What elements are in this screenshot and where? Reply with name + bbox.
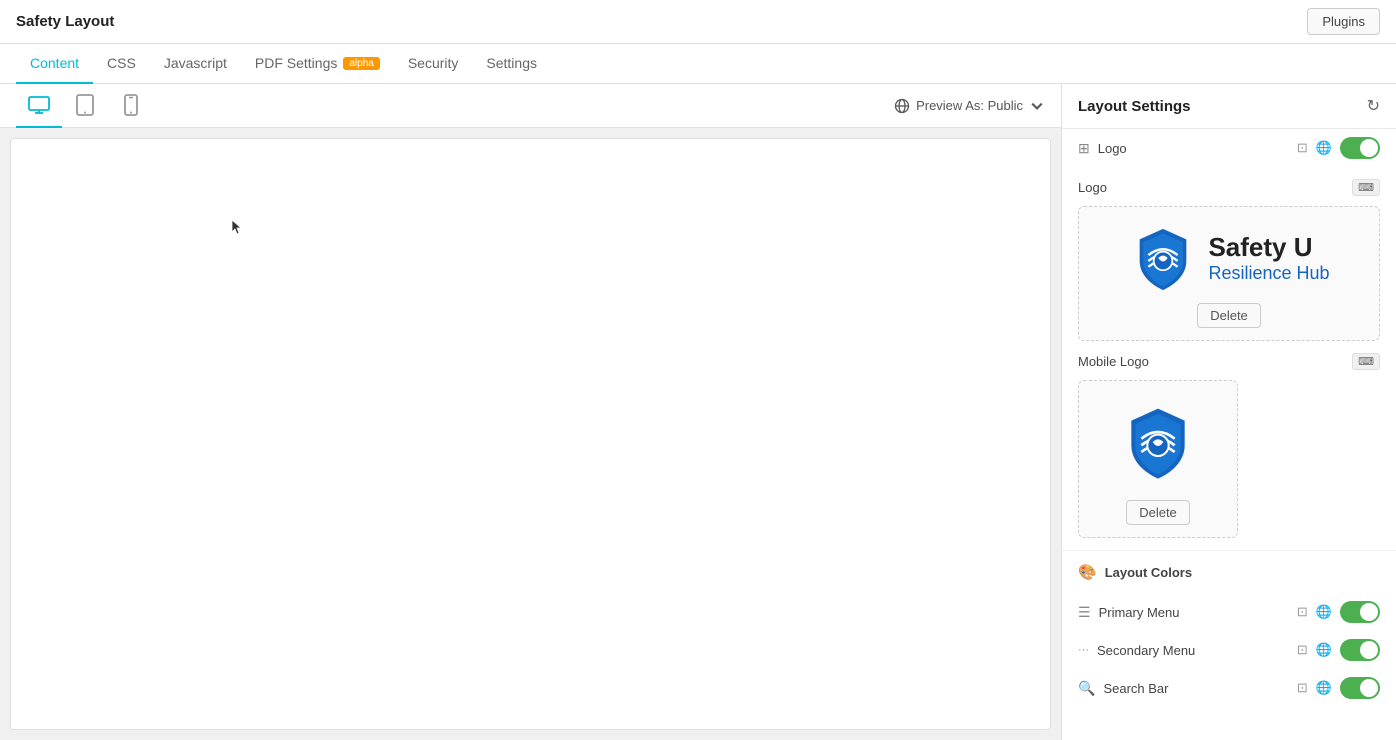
alpha-badge: alpha bbox=[343, 57, 379, 70]
globe-icon[interactable]: 🌐 bbox=[1316, 140, 1332, 156]
layout-colors-label: Layout Colors bbox=[1105, 565, 1192, 580]
tab-security[interactable]: Security bbox=[394, 44, 473, 84]
primary-menu-toggle[interactable] bbox=[1340, 601, 1380, 623]
refresh-icon[interactable]: ↻ bbox=[1367, 96, 1380, 116]
expand-icon[interactable]: ⊡ bbox=[1297, 140, 1308, 156]
preview-label: Preview As: Public bbox=[916, 98, 1023, 113]
logo-icon: ⊞ bbox=[1078, 140, 1090, 157]
device-icons bbox=[16, 84, 154, 128]
primary-globe-icon[interactable]: 🌐 bbox=[1316, 604, 1332, 620]
primary-expand-icon[interactable]: ⊡ bbox=[1297, 604, 1308, 620]
panel-header: Layout Settings ↻ bbox=[1062, 84, 1396, 129]
search-expand-icon[interactable]: ⊡ bbox=[1297, 680, 1308, 696]
cursor bbox=[231, 219, 243, 235]
mobile-shield-icon bbox=[1118, 397, 1198, 487]
tab-pdf-settings[interactable]: PDF Settings alpha bbox=[241, 44, 394, 84]
right-panel: Layout Settings ↻ ⊞ Logo ⊡ 🌐 Logo ⌨ bbox=[1061, 84, 1396, 740]
logo-section: Logo ⌨ bbox=[1062, 167, 1396, 550]
tab-css[interactable]: CSS bbox=[93, 44, 150, 84]
tablet-icon[interactable] bbox=[62, 84, 108, 128]
safety-u-text-area: Safety U Resilience Hub bbox=[1208, 232, 1329, 284]
layout-colors-section: 🎨 Layout Colors bbox=[1062, 550, 1396, 593]
search-bar-row: 🔍 Search Bar ⊡ 🌐 bbox=[1062, 669, 1396, 707]
logo-header: Logo ⌨ bbox=[1078, 179, 1380, 196]
preview-as-button[interactable]: Preview As: Public bbox=[894, 98, 1045, 114]
mobile-logo-box[interactable]: Delete bbox=[1078, 380, 1238, 538]
mobile-logo-kbd: ⌨ bbox=[1352, 353, 1380, 370]
logo-delete-button[interactable]: Delete bbox=[1197, 303, 1261, 328]
secondary-globe-icon[interactable]: 🌐 bbox=[1316, 642, 1332, 658]
logo-controls: ⊡ 🌐 bbox=[1297, 137, 1380, 159]
tab-javascript[interactable]: Javascript bbox=[150, 44, 241, 84]
tab-content[interactable]: Content bbox=[16, 44, 93, 84]
primary-menu-row: ☰ Primary Menu ⊡ 🌐 bbox=[1062, 593, 1396, 631]
secondary-menu-icon: ··· bbox=[1078, 644, 1089, 656]
mobile-logo-label: Mobile Logo bbox=[1078, 354, 1149, 369]
safety-u-sub: Resilience Hub bbox=[1208, 263, 1329, 284]
device-toolbar: Preview As: Public bbox=[0, 84, 1061, 128]
logo-toggle[interactable] bbox=[1340, 137, 1380, 159]
search-globe-icon[interactable]: 🌐 bbox=[1316, 680, 1332, 696]
safety-logo-shield bbox=[1128, 223, 1198, 293]
logo-image-area: Safety U Resilience Hub bbox=[1128, 223, 1329, 293]
mobile-logo-header: Mobile Logo ⌨ bbox=[1078, 353, 1380, 370]
mobile-logo-image bbox=[1118, 397, 1198, 490]
primary-menu-label: Primary Menu bbox=[1099, 605, 1180, 620]
top-bar: Safety Layout Plugins bbox=[0, 0, 1396, 44]
plugins-button[interactable]: Plugins bbox=[1307, 8, 1380, 35]
app-title: Safety Layout bbox=[16, 13, 114, 30]
secondary-menu-toggle[interactable] bbox=[1340, 639, 1380, 661]
layout-colors-icon: 🎨 bbox=[1078, 563, 1097, 581]
search-bar-toggle[interactable] bbox=[1340, 677, 1380, 699]
desktop-icon[interactable] bbox=[16, 84, 62, 128]
secondary-menu-label: Secondary Menu bbox=[1097, 643, 1195, 658]
mobile-icon[interactable] bbox=[108, 84, 154, 128]
logo-row-label: Logo bbox=[1098, 141, 1127, 156]
secondary-menu-row: ··· Secondary Menu ⊡ 🌐 bbox=[1062, 631, 1396, 669]
logo-section-row: ⊞ Logo ⊡ 🌐 bbox=[1062, 129, 1396, 167]
primary-menu-icon: ☰ bbox=[1078, 604, 1091, 621]
search-bar-label: Search Bar bbox=[1103, 681, 1168, 696]
secondary-expand-icon[interactable]: ⊡ bbox=[1297, 642, 1308, 658]
panel-title: Layout Settings bbox=[1078, 98, 1191, 115]
main-layout: Preview As: Public Layout Settings ↻ bbox=[0, 84, 1396, 740]
tab-bar: Content CSS Javascript PDF Settings alph… bbox=[0, 44, 1396, 84]
search-bar-icon: 🔍 bbox=[1078, 680, 1095, 697]
canvas-content bbox=[10, 138, 1051, 730]
canvas-area: Preview As: Public bbox=[0, 84, 1061, 740]
safety-u-name: Safety U bbox=[1208, 232, 1329, 263]
logo-label: Logo bbox=[1078, 180, 1107, 195]
tab-settings[interactable]: Settings bbox=[472, 44, 551, 84]
logo-box[interactable]: Safety U Resilience Hub Delete bbox=[1078, 206, 1380, 341]
mobile-logo-delete-button[interactable]: Delete bbox=[1126, 500, 1190, 525]
logo-kbd: ⌨ bbox=[1352, 179, 1380, 196]
